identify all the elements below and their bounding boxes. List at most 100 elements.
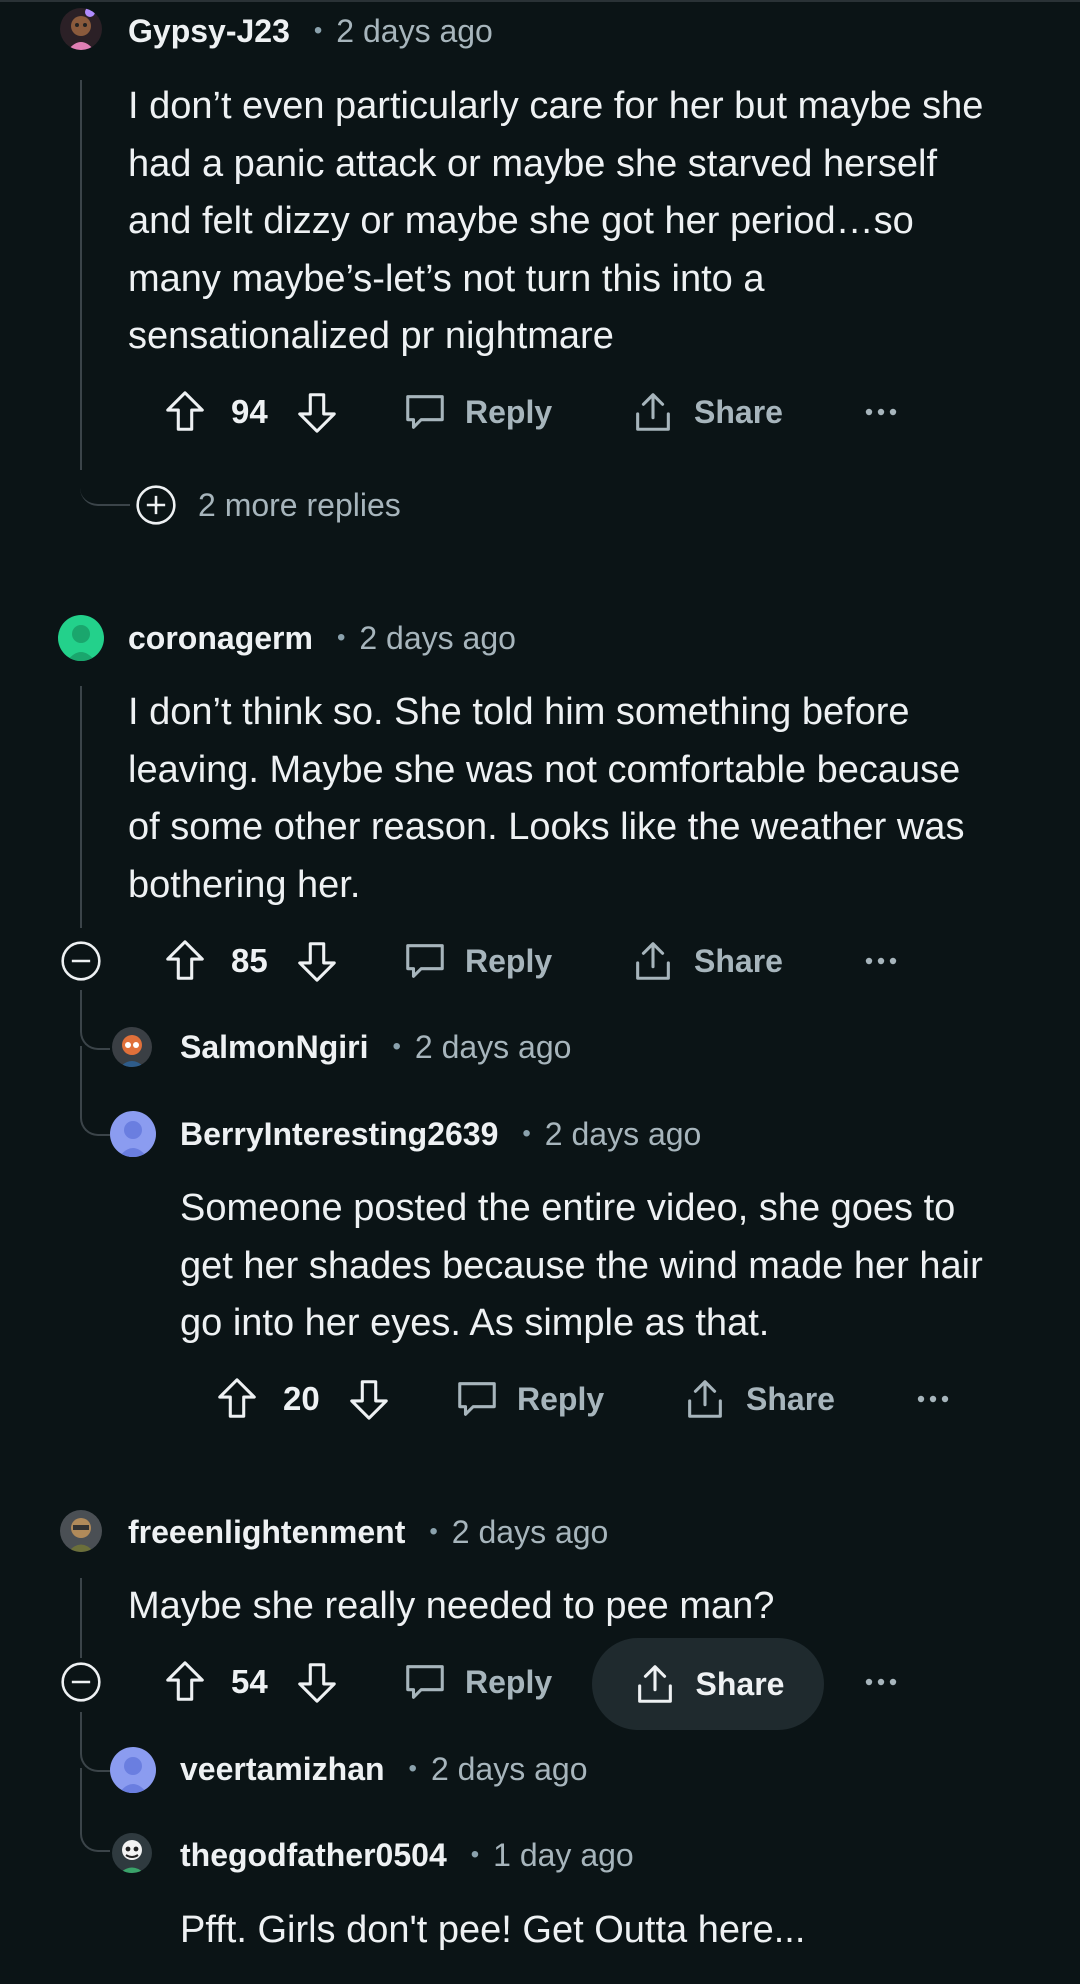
comment-header: veertamizhan • 2 days ago bbox=[180, 1747, 588, 1791]
share-button[interactable]: Share bbox=[630, 384, 783, 440]
comment-line: I don’t think so. She told him something… bbox=[128, 691, 910, 733]
comment-actions: 20 Reply Share bbox=[0, 1371, 1080, 1427]
comment-line: and felt dizzy or maybe she got her peri… bbox=[128, 200, 914, 242]
share-button[interactable]: Share bbox=[630, 933, 783, 989]
comment-header: coronagerm • 2 days ago bbox=[128, 616, 516, 660]
downvote-icon bbox=[298, 393, 336, 433]
separator-dot: • bbox=[313, 17, 323, 44]
downvote-button[interactable] bbox=[294, 384, 340, 440]
upvote-button[interactable] bbox=[162, 933, 208, 989]
avatar[interactable] bbox=[112, 1027, 152, 1067]
comment-actions: 94 Reply Share bbox=[0, 384, 1080, 440]
username[interactable]: coronagerm bbox=[128, 620, 313, 657]
thread-elbow bbox=[80, 1730, 110, 1772]
timestamp: 2 days ago bbox=[336, 12, 493, 49]
username[interactable]: Gypsy-J23 bbox=[128, 13, 290, 50]
upvote-button[interactable] bbox=[162, 1654, 208, 1710]
username[interactable]: thegodfather0504 bbox=[180, 1837, 447, 1874]
vote-count: 20 bbox=[283, 1380, 320, 1417]
vote-count: 94 bbox=[231, 393, 268, 430]
comment-line: go into her eyes. As simple as that. bbox=[180, 1302, 770, 1344]
username[interactable]: freeenlightenment bbox=[128, 1514, 405, 1551]
more-options-button[interactable] bbox=[864, 384, 898, 440]
reply-label: Reply bbox=[517, 1380, 605, 1417]
avatar[interactable] bbox=[60, 8, 102, 50]
username[interactable]: SalmonNgiri bbox=[180, 1029, 368, 1066]
reply-bubble-icon bbox=[458, 1382, 496, 1416]
reply-button[interactable]: Reply bbox=[454, 1371, 604, 1427]
separator-dot: • bbox=[522, 1120, 531, 1147]
avatar[interactable] bbox=[110, 1747, 156, 1793]
downvote-icon bbox=[298, 1663, 336, 1703]
separator-dot: • bbox=[336, 624, 346, 651]
vote-count: 54 bbox=[231, 1663, 268, 1700]
more-options-button[interactable] bbox=[916, 1371, 950, 1427]
timestamp: 2 days ago bbox=[544, 1115, 702, 1152]
downvote-icon bbox=[350, 1380, 388, 1420]
reply-button[interactable]: Reply bbox=[402, 1654, 552, 1710]
share-icon bbox=[636, 393, 670, 431]
timestamp: 2 days ago bbox=[430, 1750, 588, 1787]
reply-label: Reply bbox=[465, 1663, 553, 1700]
downvote-button[interactable] bbox=[294, 1654, 340, 1710]
thread-elbow bbox=[80, 1086, 110, 1136]
comment-line: Maybe she really needed to pee man? bbox=[128, 1585, 775, 1627]
username[interactable]: veertamizhan bbox=[180, 1751, 385, 1788]
more-options-button[interactable] bbox=[864, 933, 898, 989]
comment-line: get her shades because the wind made her… bbox=[180, 1244, 983, 1287]
avatar[interactable] bbox=[110, 1111, 156, 1157]
comment-line: I don’t even particularly care for her b… bbox=[128, 85, 984, 127]
reply-button[interactable]: Reply bbox=[402, 933, 552, 989]
share-button[interactable]: Share bbox=[592, 1638, 824, 1730]
comment-header: BerryInteresting2639 • 2 days ago bbox=[180, 1112, 701, 1156]
avatar[interactable] bbox=[60, 1510, 102, 1552]
thread-elbow bbox=[80, 470, 130, 506]
upvote-icon bbox=[218, 1378, 256, 1418]
separator-dot: • bbox=[429, 1518, 438, 1545]
more-options-icon bbox=[865, 1678, 897, 1686]
more-options-icon bbox=[865, 957, 897, 965]
comment-header: SalmonNgiri • 2 days ago bbox=[180, 1025, 571, 1069]
upvote-icon bbox=[166, 391, 204, 431]
thread-line bbox=[80, 1578, 82, 1658]
upvote-button[interactable] bbox=[162, 384, 208, 440]
downvote-icon bbox=[298, 942, 336, 982]
reply-bubble-icon bbox=[406, 395, 444, 429]
thread-line bbox=[80, 686, 82, 928]
avatar[interactable] bbox=[58, 615, 104, 661]
share-button[interactable]: Share bbox=[682, 1371, 835, 1427]
more-options-button[interactable] bbox=[864, 1654, 898, 1710]
comment-body: Someone posted the entire video, she goe… bbox=[180, 1180, 1060, 1353]
comment-actions: 85 Reply Share bbox=[0, 933, 1080, 989]
share-label: Share bbox=[746, 1380, 835, 1417]
more-options-icon bbox=[917, 1395, 949, 1403]
upvote-button[interactable] bbox=[214, 1371, 260, 1427]
timestamp: 2 days ago bbox=[359, 619, 516, 656]
comment-line: had a panic attack or maybe she starved … bbox=[128, 142, 938, 185]
reply-button[interactable]: Reply bbox=[402, 384, 552, 440]
upvote-icon bbox=[166, 1661, 204, 1701]
avatar[interactable] bbox=[112, 1833, 152, 1873]
vote-count: 85 bbox=[231, 942, 268, 979]
username[interactable]: BerryInteresting2639 bbox=[180, 1116, 498, 1153]
more-replies-label: 2 more replies bbox=[198, 486, 401, 523]
comment-header: thegodfather0504 • 1 day ago bbox=[180, 1833, 634, 1877]
separator-dot: • bbox=[408, 1755, 417, 1782]
comment-header: Gypsy-J23 • 2 days ago bbox=[128, 9, 493, 53]
thread-elbow bbox=[80, 1806, 110, 1852]
downvote-button[interactable] bbox=[294, 933, 340, 989]
more-replies-link[interactable]: 2 more replies bbox=[134, 482, 401, 528]
reply-bubble-icon bbox=[406, 944, 444, 978]
comment-line: Pfft. Girls don't pee! Get Outta here... bbox=[180, 1909, 806, 1951]
plus-circle-icon bbox=[136, 485, 176, 525]
reply-label: Reply bbox=[465, 393, 553, 430]
share-label: Share bbox=[694, 393, 783, 430]
comment-line: leaving. Maybe she was not comfortable b… bbox=[128, 748, 961, 791]
share-label: Share bbox=[695, 1665, 785, 1702]
share-icon bbox=[637, 1665, 672, 1703]
top-divider bbox=[0, 0, 1080, 2]
separator-dot: • bbox=[470, 1841, 480, 1868]
downvote-button[interactable] bbox=[346, 1371, 392, 1427]
separator-dot: • bbox=[392, 1033, 401, 1060]
comment-line: bothering her. bbox=[128, 863, 361, 906]
